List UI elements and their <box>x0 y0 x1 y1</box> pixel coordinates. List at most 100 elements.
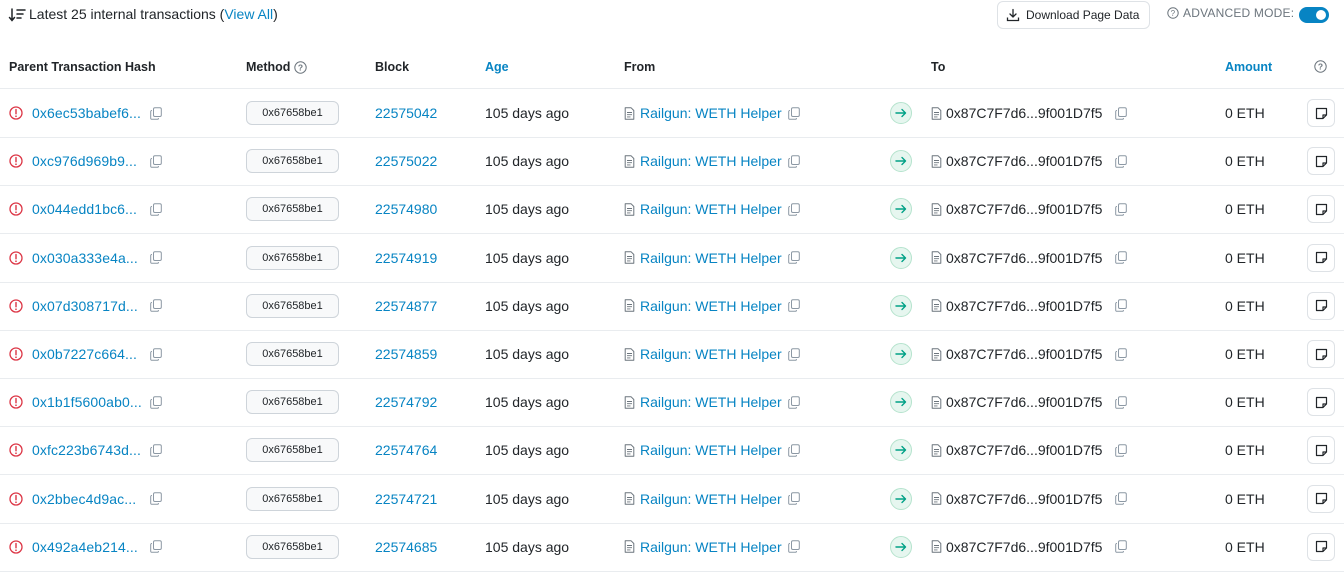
copy-icon[interactable] <box>1115 203 1127 216</box>
block-number-link[interactable]: 22574919 <box>375 250 437 266</box>
column-header-amount[interactable]: Amount <box>1225 60 1272 74</box>
block-number-link[interactable]: 22574721 <box>375 491 437 507</box>
view-all-link[interactable]: View All <box>224 6 273 22</box>
error-icon[interactable] <box>9 443 23 458</box>
parent-transaction-hash-link[interactable]: 0x6ec53babef6... <box>32 105 141 121</box>
copy-icon[interactable] <box>150 106 162 120</box>
parent-transaction-hash-link[interactable]: 0x0b7227c664... <box>32 346 137 362</box>
parent-transaction-hash-link[interactable]: 0x030a333e4a... <box>32 250 138 266</box>
copy-icon[interactable] <box>150 299 162 313</box>
column-header-amount-label[interactable]: Amount <box>1225 60 1272 74</box>
private-note-button[interactable] <box>1307 532 1335 561</box>
copy-icon[interactable] <box>150 251 162 264</box>
to-address[interactable]: 0x87C7F7d6...9f001D7f5 <box>946 394 1102 410</box>
copy-icon[interactable] <box>788 106 800 120</box>
private-note-button[interactable] <box>1307 484 1335 513</box>
to-address[interactable]: 0x87C7F7d6...9f001D7f5 <box>946 442 1102 458</box>
copy-icon[interactable] <box>1115 395 1127 409</box>
block-number-link[interactable]: 22574859 <box>375 346 437 362</box>
error-icon[interactable] <box>9 250 23 265</box>
parent-transaction-hash-link[interactable]: 0x1b1f5600ab0... <box>32 394 142 410</box>
from-address-link[interactable]: Railgun: WETH Helper <box>640 539 782 555</box>
copy-icon[interactable] <box>150 395 162 409</box>
help-circle-icon[interactable]: ? <box>1167 7 1179 19</box>
copy-icon[interactable] <box>788 444 800 457</box>
from-address-link[interactable]: Railgun: WETH Helper <box>640 491 782 507</box>
private-note-button[interactable] <box>1307 388 1335 417</box>
from-address-link[interactable]: Railgun: WETH Helper <box>640 442 782 458</box>
from-address-link[interactable]: Railgun: WETH Helper <box>640 298 782 314</box>
from-address-link[interactable]: Railgun: WETH Helper <box>640 394 782 410</box>
to-address[interactable]: 0x87C7F7d6...9f001D7f5 <box>946 298 1102 314</box>
error-icon[interactable] <box>9 106 23 120</box>
from-address-link[interactable]: Railgun: WETH Helper <box>640 201 782 217</box>
column-header-age-label[interactable]: Age <box>485 60 509 74</box>
copy-icon[interactable] <box>150 203 162 216</box>
to-address[interactable]: 0x87C7F7d6...9f001D7f5 <box>946 346 1102 362</box>
block-number-link[interactable]: 22574877 <box>375 298 437 314</box>
copy-icon[interactable] <box>1115 540 1127 554</box>
error-icon[interactable] <box>9 395 23 409</box>
copy-icon[interactable] <box>788 347 800 361</box>
block-number-link[interactable]: 22574685 <box>375 539 437 555</box>
copy-icon[interactable] <box>150 492 162 505</box>
column-header-age[interactable]: Age <box>485 60 509 74</box>
help-circle-icon[interactable]: ? <box>294 60 308 74</box>
copy-icon[interactable] <box>1115 299 1127 313</box>
private-note-button[interactable] <box>1307 147 1335 176</box>
help-circle-icon[interactable]: ? <box>1314 60 1327 73</box>
from-address-link[interactable]: Railgun: WETH Helper <box>640 153 782 169</box>
advanced-mode-toggle[interactable] <box>1299 7 1329 23</box>
error-icon[interactable] <box>9 202 23 217</box>
copy-icon[interactable] <box>1115 347 1127 361</box>
copy-icon[interactable] <box>150 154 162 168</box>
copy-icon[interactable] <box>1115 251 1127 264</box>
copy-icon[interactable] <box>150 540 162 554</box>
copy-icon[interactable] <box>150 347 162 361</box>
error-icon[interactable] <box>9 299 23 313</box>
private-note-button[interactable] <box>1307 99 1335 127</box>
to-address[interactable]: 0x87C7F7d6...9f001D7f5 <box>946 153 1102 169</box>
copy-icon[interactable] <box>788 395 800 409</box>
copy-icon[interactable] <box>788 154 800 168</box>
parent-transaction-hash-link[interactable]: 0x2bbec4d9ac... <box>32 491 136 507</box>
from-address-link[interactable]: Railgun: WETH Helper <box>640 105 782 121</box>
sort-descending-icon[interactable] <box>8 7 26 23</box>
error-icon[interactable] <box>9 540 23 554</box>
to-address[interactable]: 0x87C7F7d6...9f001D7f5 <box>946 201 1102 217</box>
parent-transaction-hash-link[interactable]: 0x492a4eb214... <box>32 539 138 555</box>
from-address-link[interactable]: Railgun: WETH Helper <box>640 346 782 362</box>
from-address-link[interactable]: Railgun: WETH Helper <box>640 250 782 266</box>
copy-icon[interactable] <box>788 203 800 216</box>
to-address[interactable]: 0x87C7F7d6...9f001D7f5 <box>946 491 1102 507</box>
copy-icon[interactable] <box>788 540 800 554</box>
block-number-link[interactable]: 22574792 <box>375 394 437 410</box>
copy-icon[interactable] <box>1115 444 1127 457</box>
copy-icon[interactable] <box>1115 154 1127 168</box>
copy-icon[interactable] <box>788 492 800 505</box>
block-number-link[interactable]: 22575042 <box>375 105 437 121</box>
parent-transaction-hash-link[interactable]: 0xc976d969b9... <box>32 153 137 169</box>
copy-icon[interactable] <box>788 299 800 313</box>
copy-icon[interactable] <box>788 251 800 264</box>
private-note-button[interactable] <box>1307 340 1335 368</box>
download-page-data-button[interactable]: Download Page Data <box>997 1 1150 29</box>
to-address[interactable]: 0x87C7F7d6...9f001D7f5 <box>946 250 1102 266</box>
private-note-button[interactable] <box>1307 436 1335 465</box>
block-number-link[interactable]: 22575022 <box>375 153 437 169</box>
parent-transaction-hash-link[interactable]: 0x044edd1bc6... <box>32 201 137 217</box>
error-icon[interactable] <box>9 347 23 361</box>
private-note-button[interactable] <box>1307 291 1335 320</box>
copy-icon[interactable] <box>1115 106 1127 120</box>
private-note-button[interactable] <box>1307 243 1335 272</box>
error-icon[interactable] <box>9 491 23 506</box>
error-icon[interactable] <box>9 154 23 168</box>
copy-icon[interactable] <box>150 444 162 457</box>
parent-transaction-hash-link[interactable]: 0xfc223b6743d... <box>32 442 141 458</box>
to-address[interactable]: 0x87C7F7d6...9f001D7f5 <box>946 105 1102 121</box>
private-note-button[interactable] <box>1307 195 1335 224</box>
block-number-link[interactable]: 22574764 <box>375 442 437 458</box>
parent-transaction-hash-link[interactable]: 0x07d308717d... <box>32 298 138 314</box>
block-number-link[interactable]: 22574980 <box>375 201 437 217</box>
copy-icon[interactable] <box>1115 492 1127 505</box>
